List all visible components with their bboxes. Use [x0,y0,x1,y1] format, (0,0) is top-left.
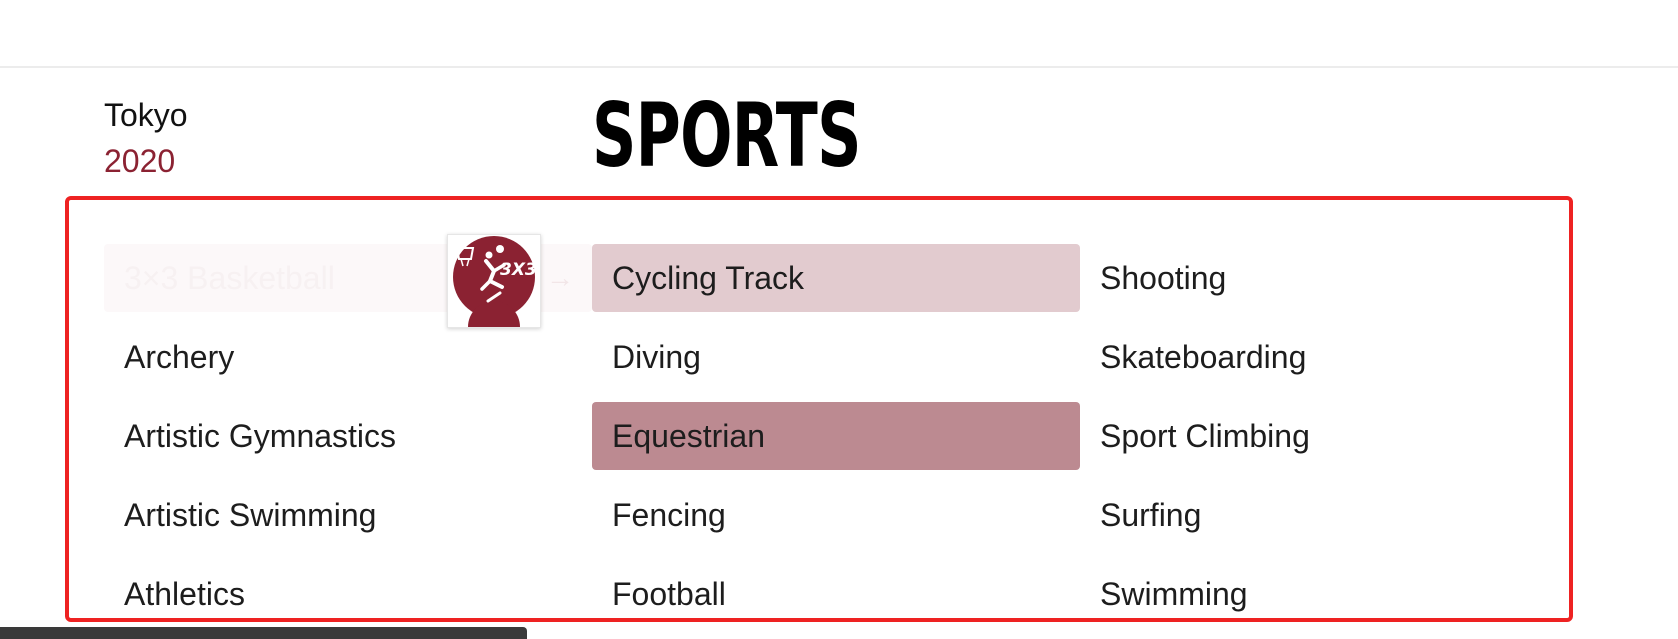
sport-item-label: Cycling Track [612,259,805,296]
sport-item-label: Artistic Gymnastics [124,417,397,454]
top-bar [0,0,1678,68]
sports-list: 3×3 Basketball → Cycling Track Shooting … [104,244,1568,639]
sport-item-swimming[interactable]: Swimming [1080,560,1568,628]
sport-item-label: Equestrian [612,417,765,454]
page-title: SPORTS [592,84,861,187]
sport-item-label: Surfing [1100,496,1202,533]
basketball-3x3-icon: 3X3 [453,236,537,327]
sport-item-surfing[interactable]: Surfing [1080,481,1568,549]
brand-logo[interactable]: Tokyo 2020 [104,92,188,184]
sport-item-label: Sport Climbing [1100,417,1310,454]
sport-item-sport-climbing[interactable]: Sport Climbing [1080,402,1568,470]
sport-item-skateboarding[interactable]: Skateboarding [1080,323,1568,391]
sport-item-label: 3×3 Basketball [124,259,335,296]
sport-item-label: Athletics [124,575,245,612]
sport-item-label: Football [612,575,726,612]
sport-item-label: Shooting [1100,259,1227,296]
brand-year: 2020 [104,143,176,179]
sport-item-equestrian[interactable]: Equestrian [592,402,1080,470]
sport-item-label: Skateboarding [1100,338,1307,375]
brand-city: Tokyo [104,97,188,133]
sport-item-label: Artistic Swimming [124,496,377,533]
sport-item-fencing[interactable]: Fencing [592,481,1080,549]
bottom-bar [0,627,527,639]
sport-item-artistic-gymnastics[interactable]: Artistic Gymnastics [104,402,592,470]
sport-item-diving[interactable]: Diving [592,323,1080,391]
sport-item-archery[interactable]: Archery [104,323,592,391]
sport-item-athletics[interactable]: Athletics [104,560,592,628]
sport-item-label: Swimming [1100,575,1248,612]
arrow-right-icon: → [546,262,574,293]
sport-item-cycling-track[interactable]: Cycling Track [592,244,1080,312]
sport-item-label: Fencing [612,496,726,533]
pictogram-label: 3X3 [500,260,537,280]
sport-item-artistic-swimming[interactable]: Artistic Swimming [104,481,592,549]
sport-pictogram-card: 3X3 [447,234,541,328]
sport-item-shooting[interactable]: Shooting [1080,244,1568,312]
sport-item-label: Diving [612,338,701,375]
sport-item-football[interactable]: Football [592,560,1080,628]
sport-item-label: Archery [124,338,235,375]
